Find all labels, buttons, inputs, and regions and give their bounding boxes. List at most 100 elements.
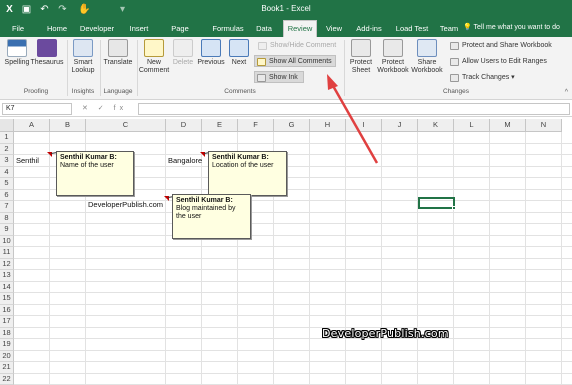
formula-bar-icons[interactable]: ✕ ✓ fx xyxy=(82,104,127,112)
row-header-22[interactable]: 22 xyxy=(0,373,14,385)
next-comment-icon xyxy=(229,39,249,57)
tab-add-ins[interactable]: Add-ins xyxy=(354,22,384,37)
cell-a3[interactable]: Senthil xyxy=(16,156,39,165)
column-header-b[interactable]: B xyxy=(50,119,86,132)
tab-page-layout[interactable]: Page Layout xyxy=(160,22,200,46)
gridline-vertical xyxy=(165,132,166,385)
show-hide-comment-button[interactable]: Show/Hide Comment xyxy=(256,40,342,52)
gridline-vertical xyxy=(381,132,382,385)
comment-box[interactable]: Senthil Kumar B: Blog maintained by the … xyxy=(172,194,251,239)
gridline-vertical xyxy=(49,132,50,385)
comment-box[interactable]: Senthil Kumar B: Location of the user xyxy=(208,151,287,196)
comment-author: Senthil Kumar B: xyxy=(60,154,117,161)
tab-data[interactable]: Data xyxy=(254,22,274,37)
tab-team[interactable]: Team xyxy=(438,22,460,37)
column-header-j[interactable]: J xyxy=(382,119,418,132)
track-changes-button[interactable]: Track Changes ▾ xyxy=(448,72,518,84)
row-header-17[interactable]: 17 xyxy=(0,316,14,328)
column-header-d[interactable]: D xyxy=(166,119,202,132)
row-header-16[interactable]: 16 xyxy=(0,304,14,316)
column-header-k[interactable]: K xyxy=(418,119,454,132)
spelling-button[interactable]: Spelling xyxy=(3,39,31,67)
translate-button[interactable]: Translate xyxy=(102,39,134,67)
comment-text: Name of the user xyxy=(60,162,114,169)
comment-text: Location of the user xyxy=(212,162,274,169)
smart-lookup-button[interactable]: Smart Lookup xyxy=(69,39,97,75)
tab-home[interactable]: Home xyxy=(44,22,70,37)
share-workbook-icon xyxy=(417,39,437,57)
protect-sheet-button[interactable]: Protect Sheet xyxy=(346,39,376,75)
name-box[interactable]: K7 xyxy=(2,103,72,115)
column-header-i[interactable]: I xyxy=(346,119,382,132)
tab-view[interactable]: View xyxy=(323,22,345,37)
allow-users-edit-ranges-button[interactable]: Allow Users to Edit Ranges xyxy=(448,56,568,68)
show-ink-button[interactable]: Show Ink xyxy=(254,71,304,83)
row-header-5[interactable]: 5 xyxy=(0,178,14,190)
worksheet-grid[interactable]: ABCDEFGHIJKLMN 1 2 3 4 5 6 7 8 9 10 11 12 13 14 15 16 17… xyxy=(0,119,572,385)
column-header-l[interactable]: L xyxy=(454,119,490,132)
tell-me-box[interactable]: 💡 Tell me what you want to do xyxy=(463,23,560,31)
tab-developer[interactable]: Developer xyxy=(78,22,116,37)
column-header-e[interactable]: E xyxy=(202,119,238,132)
row-header-21[interactable]: 21 xyxy=(0,362,14,374)
cell-b7[interactable]: DeveloperPublish.com xyxy=(88,200,163,209)
row-header-20[interactable]: 20 xyxy=(0,350,14,362)
delete-comment-button[interactable]: Delete xyxy=(171,39,195,67)
selected-cell-k7[interactable] xyxy=(418,197,456,210)
gridline-vertical xyxy=(453,132,454,385)
protect-workbook-button[interactable]: Protect Workbook xyxy=(375,39,411,75)
column-header-m[interactable]: M xyxy=(490,119,526,132)
tab-insert[interactable]: Insert xyxy=(126,22,152,37)
row-header-8[interactable]: 8 xyxy=(0,212,14,224)
tab-formulas[interactable]: Formulas xyxy=(211,22,245,37)
gridline-vertical xyxy=(561,132,562,385)
row-header-6[interactable]: 6 xyxy=(0,189,14,201)
new-comment-button[interactable]: New Comment xyxy=(138,39,170,75)
fill-handle[interactable] xyxy=(452,206,456,210)
row-header-2[interactable]: 2 xyxy=(0,143,14,155)
row-header-1[interactable]: 1 xyxy=(0,132,14,144)
comment-author: Senthil Kumar B: xyxy=(176,197,233,204)
column-header-c[interactable]: C xyxy=(86,119,166,132)
row-header-9[interactable]: 9 xyxy=(0,224,14,236)
previous-comment-icon xyxy=(201,39,221,57)
row-header-4[interactable]: 4 xyxy=(0,166,14,178)
thesaurus-button[interactable]: Thesaurus xyxy=(30,39,64,67)
row-header-3[interactable]: 3 xyxy=(0,155,14,167)
comment-box[interactable]: Senthil Kumar B: Name of the user xyxy=(56,151,134,196)
row-header-13[interactable]: 13 xyxy=(0,270,14,282)
column-header-n[interactable]: N xyxy=(526,119,562,132)
cell-d3[interactable]: Bangalore xyxy=(168,156,202,165)
tab-load-test[interactable]: Load Test xyxy=(394,22,430,37)
select-all-corner[interactable] xyxy=(0,119,14,132)
formula-input[interactable] xyxy=(138,103,570,115)
watermark: DeveloperPublish.com xyxy=(322,327,449,340)
tab-file[interactable]: File xyxy=(8,22,28,37)
row-header-12[interactable]: 12 xyxy=(0,258,14,270)
column-header-h[interactable]: H xyxy=(310,119,346,132)
row-header-18[interactable]: 18 xyxy=(0,327,14,339)
tab-review[interactable]: Review xyxy=(283,20,317,37)
row-header-7[interactable]: 7 xyxy=(0,201,14,213)
translate-icon xyxy=(108,39,128,57)
gridline-vertical xyxy=(489,132,490,385)
row-header-14[interactable]: 14 xyxy=(0,281,14,293)
show-ink-icon xyxy=(257,74,266,82)
column-header-g[interactable]: G xyxy=(274,119,310,132)
share-workbook-button[interactable]: Share Workbook xyxy=(409,39,445,75)
collapse-ribbon-icon[interactable]: ^ xyxy=(565,89,568,96)
show-all-comments-button[interactable]: Show All Comments xyxy=(254,55,336,67)
next-comment-button[interactable]: Next xyxy=(227,39,251,67)
group-label-proofing: Proofing xyxy=(23,88,49,95)
protect-share-workbook-button[interactable]: Protect and Share Workbook xyxy=(448,40,568,52)
row-header-11[interactable]: 11 xyxy=(0,247,14,259)
window-title: Book1 - Excel xyxy=(261,4,311,13)
group-label-language: Language xyxy=(103,88,133,95)
row-header-15[interactable]: 15 xyxy=(0,293,14,305)
column-header-a[interactable]: A xyxy=(14,119,50,132)
track-changes-icon xyxy=(450,74,459,82)
row-header-19[interactable]: 19 xyxy=(0,339,14,351)
previous-comment-button[interactable]: Previous xyxy=(197,39,225,67)
column-header-f[interactable]: F xyxy=(238,119,274,132)
row-header-10[interactable]: 10 xyxy=(0,235,14,247)
